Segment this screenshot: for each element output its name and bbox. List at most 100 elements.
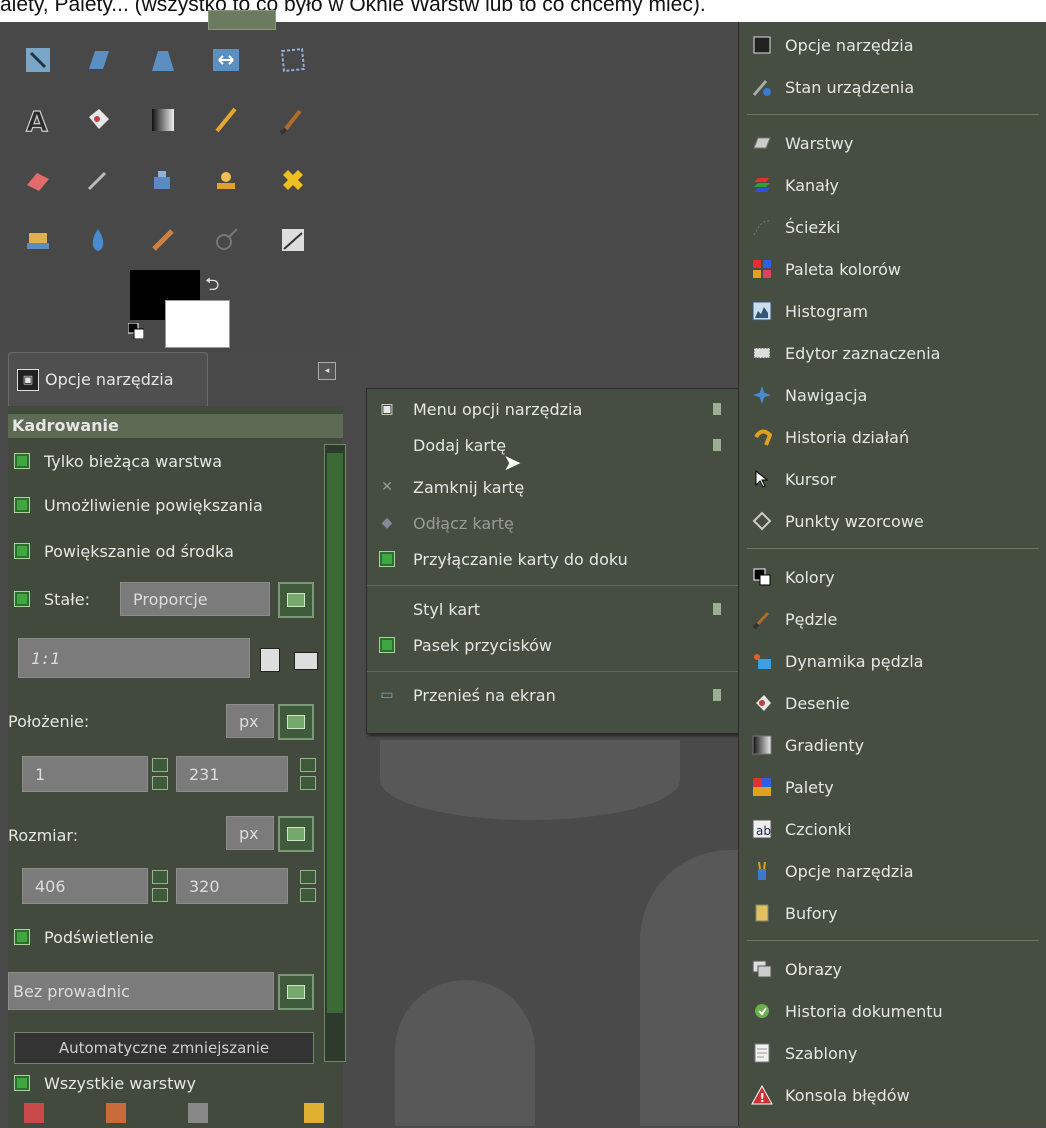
restore-options-icon[interactable] xyxy=(106,1103,126,1123)
ink-tool-icon[interactable] xyxy=(145,162,181,198)
guides-dropdown-button[interactable] xyxy=(278,974,314,1010)
menu-item-sample-points[interactable]: Punkty wzorcowe xyxy=(739,500,1046,542)
fixed-mode-dropdown-button[interactable] xyxy=(278,582,314,618)
checkbox-icon[interactable] xyxy=(14,497,30,513)
menu-item-patterns[interactable]: Desenie xyxy=(739,682,1046,724)
heal-tool-icon[interactable] xyxy=(275,162,311,198)
position-unit-dropdown-button[interactable] xyxy=(278,704,314,740)
menu-item-tool-options-menu[interactable]: ▣ Menu opcji narzędzia xyxy=(367,393,739,425)
checkbox-icon[interactable] xyxy=(14,453,30,469)
allow-growing-option[interactable]: Umożliwienie powiększania xyxy=(14,492,263,518)
pencil-tool-icon[interactable] xyxy=(208,102,244,138)
checkbox-icon[interactable] xyxy=(14,1075,30,1091)
dodge-burn-tool-icon[interactable] xyxy=(208,222,244,258)
flip-tool-icon[interactable] xyxy=(208,42,244,78)
menu-item-palettes[interactable]: Palety xyxy=(739,766,1046,808)
menu-item-tool-options[interactable]: Opcje narzędzia xyxy=(739,24,1046,66)
menu-item-buffers[interactable]: Bufory xyxy=(739,892,1046,934)
channels-icon xyxy=(751,174,773,196)
smudge-tool-icon[interactable] xyxy=(145,222,181,258)
blend-tool-icon[interactable] xyxy=(145,102,181,138)
menu-item-histogram[interactable]: Histogram xyxy=(739,290,1046,332)
menu-item-selection-editor[interactable]: Edytor zaznaczenia xyxy=(739,332,1046,374)
menu-item-brushes[interactable]: Pędzle xyxy=(739,598,1046,640)
expand-from-center-option[interactable]: Powiększanie od środka xyxy=(14,538,234,564)
menu-item-add-tab[interactable]: Dodaj kartę xyxy=(367,429,739,461)
background-color-swatch[interactable] xyxy=(165,300,230,348)
menu-item-undo-history[interactable]: Historia działań xyxy=(739,416,1046,458)
perspective-clone-icon[interactable] xyxy=(20,42,56,78)
menu-item-pointer[interactable]: Kursor xyxy=(739,458,1046,500)
tab-tool-options[interactable]: ▣ Opcje narzędzia xyxy=(8,352,208,406)
size-height-spinner[interactable] xyxy=(300,870,316,902)
checkbox-icon[interactable] xyxy=(14,591,30,607)
menu-item-templates[interactable]: Szablony xyxy=(739,1032,1046,1074)
menu-item-detach-tab[interactable]: ◆ Odłącz kartę xyxy=(367,507,739,539)
menu-item-gradients[interactable]: Gradienty xyxy=(739,724,1046,766)
size-height-input[interactable]: 320 xyxy=(176,868,288,904)
eraser-tool-icon[interactable] xyxy=(20,162,56,198)
position-y-spinner[interactable] xyxy=(300,758,316,790)
menu-item-close-tab[interactable]: ✕ Zamknij kartę xyxy=(367,471,739,503)
clone-tool-icon[interactable] xyxy=(208,162,244,198)
bucket-fill-icon[interactable] xyxy=(80,102,116,138)
menu-item-fonts[interactable]: ab Czcionki xyxy=(739,808,1046,850)
menu-item-tab-style[interactable]: Styl kart xyxy=(367,593,739,625)
menu-item-channels[interactable]: Kanały xyxy=(739,164,1046,206)
all-layers-option[interactable]: Wszystkie warstwy xyxy=(14,1070,196,1096)
menu-item-colors[interactable]: Kolory xyxy=(739,556,1046,598)
checkbox-icon xyxy=(379,551,395,567)
perspective-clone-tool-icon[interactable] xyxy=(20,222,56,258)
menu-item-colormap[interactable]: Paleta kolorów xyxy=(739,248,1046,290)
dock-menu-button[interactable]: ◂ xyxy=(318,362,336,380)
reset-options-icon[interactable] xyxy=(304,1103,324,1123)
undo-history-icon xyxy=(751,426,773,448)
options-scrollbar[interactable] xyxy=(324,444,346,1062)
checkbox-icon[interactable] xyxy=(14,543,30,559)
menu-item-tool-presets[interactable]: Opcje narzędzia xyxy=(739,850,1046,892)
menu-item-device-status[interactable]: Stan urządzenia xyxy=(739,66,1046,108)
shear-tool-icon[interactable] xyxy=(80,42,116,78)
size-width-spinner[interactable] xyxy=(152,870,168,902)
aspect-ratio-input[interactable]: 1:1 xyxy=(18,638,250,678)
cage-transform-icon[interactable] xyxy=(275,42,311,78)
position-x-spinner[interactable] xyxy=(152,758,168,790)
menu-item-error-console[interactable]: ! Konsola błędów xyxy=(739,1074,1046,1116)
position-x-input[interactable]: 1 xyxy=(22,756,148,792)
menu-item-move-to-screen[interactable]: ▭ Przenieś na ekran xyxy=(367,679,739,711)
portrait-icon[interactable] xyxy=(260,648,280,672)
guides-select[interactable]: Bez prowadnic xyxy=(8,972,274,1010)
scrollbar-thumb[interactable] xyxy=(327,453,343,1013)
save-options-icon[interactable] xyxy=(24,1103,44,1123)
fixed-mode-select[interactable]: Proporcje xyxy=(120,582,270,616)
selected-tool-highlight xyxy=(208,10,276,30)
size-width-input[interactable]: 406 xyxy=(22,868,148,904)
fixed-option[interactable]: Stałe: xyxy=(14,586,90,612)
highlight-option[interactable]: Podświetlenie xyxy=(14,924,154,950)
menu-item-auto-follow[interactable]: Przyłączanie karty do doku xyxy=(367,543,739,575)
text-tool-icon[interactable]: A xyxy=(20,102,56,138)
position-y-input[interactable]: 231 xyxy=(176,756,288,792)
measure-tool-icon[interactable] xyxy=(275,222,311,258)
landscape-icon[interactable] xyxy=(294,652,318,670)
perspective-tool-icon[interactable] xyxy=(145,42,181,78)
menu-item-button-bar[interactable]: Pasek przycisków xyxy=(367,629,739,661)
airbrush-tool-icon[interactable] xyxy=(80,162,116,198)
blur-tool-icon[interactable] xyxy=(80,222,116,258)
current-layer-only-option[interactable]: Tylko bieżąca warstwa xyxy=(14,448,222,474)
menu-item-document-history[interactable]: Historia dokumentu xyxy=(739,990,1046,1032)
delete-options-icon[interactable] xyxy=(188,1103,208,1123)
position-unit-select[interactable]: px xyxy=(226,704,274,738)
menu-item-layers[interactable]: Warstwy xyxy=(739,122,1046,164)
size-unit-select[interactable]: px xyxy=(226,816,274,850)
menu-item-paths[interactable]: Ścieżki xyxy=(739,206,1046,248)
size-unit-dropdown-button[interactable] xyxy=(278,816,314,852)
menu-item-images[interactable]: Obrazy xyxy=(739,948,1046,990)
menu-item-paint-dynamics[interactable]: Dynamika pędzla xyxy=(739,640,1046,682)
default-colors-icon[interactable] xyxy=(127,322,145,340)
menu-item-navigation[interactable]: Nawigacja xyxy=(739,374,1046,416)
auto-shrink-button[interactable]: Automatyczne zmniejszanie xyxy=(14,1032,314,1064)
checkbox-icon[interactable] xyxy=(14,929,30,945)
paintbrush-tool-icon[interactable] xyxy=(275,102,311,138)
swap-colors-icon[interactable]: ⮌ xyxy=(205,272,219,302)
